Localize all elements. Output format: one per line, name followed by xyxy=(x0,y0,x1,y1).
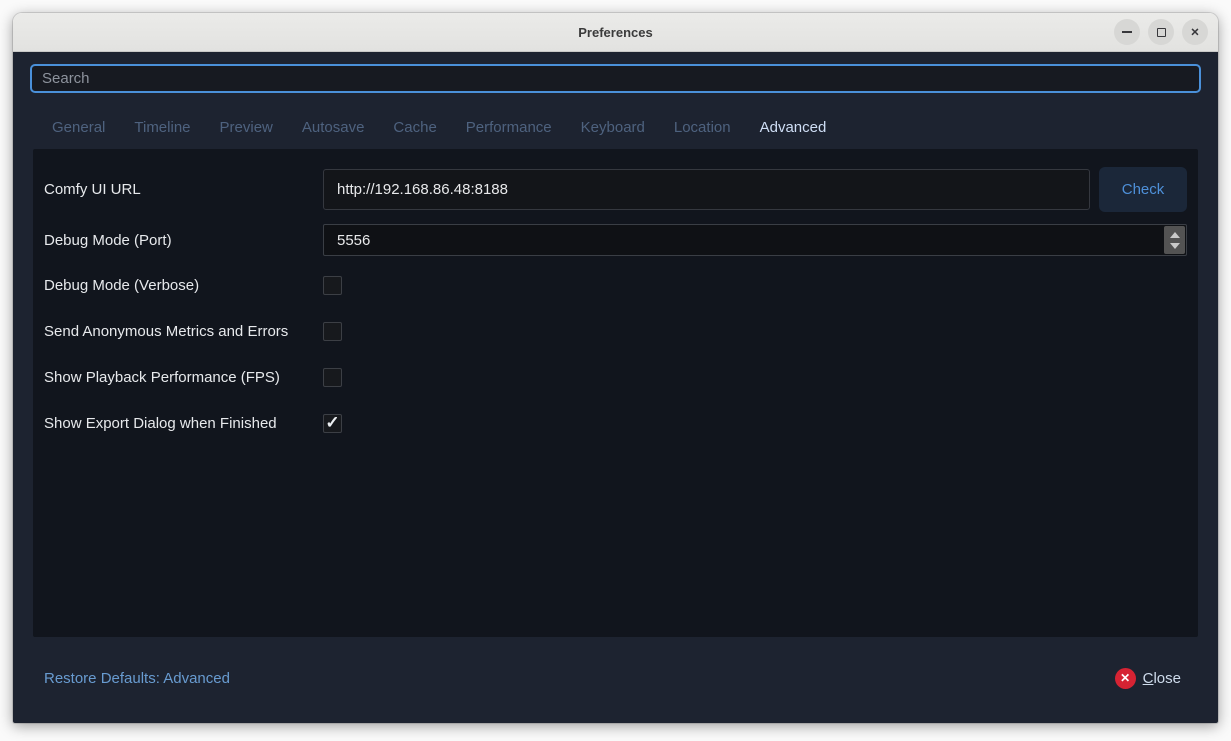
tab-bar: General Timeline Preview Autosave Cache … xyxy=(30,119,1201,136)
anonymous-metrics-checkbox[interactable] xyxy=(323,322,342,341)
tab-keyboard[interactable]: Keyboard xyxy=(581,119,645,136)
anonymous-metrics-row: Send Anonymous Metrics and Errors xyxy=(44,321,1187,341)
playback-performance-label: Show Playback Performance (FPS) xyxy=(44,369,323,386)
tab-location[interactable]: Location xyxy=(674,119,731,136)
export-dialog-checkbox[interactable]: ✓ xyxy=(323,414,342,433)
tab-advanced[interactable]: Advanced xyxy=(760,119,827,136)
preferences-window: Preferences × General Timeline Preview A… xyxy=(13,13,1218,723)
debug-mode-port-input[interactable] xyxy=(324,225,1163,255)
maximize-button[interactable] xyxy=(1148,19,1174,45)
spinner-buttons[interactable] xyxy=(1164,226,1185,254)
export-dialog-label: Show Export Dialog when Finished xyxy=(44,415,323,432)
export-dialog-row: Show Export Dialog when Finished ✓ xyxy=(44,413,1187,433)
window-title: Preferences xyxy=(13,25,1218,40)
titlebar[interactable]: Preferences × xyxy=(13,13,1218,52)
close-icon: × xyxy=(1191,25,1199,39)
spinner-up-icon[interactable] xyxy=(1170,232,1180,238)
comfy-ui-url-input[interactable] xyxy=(323,169,1090,210)
close-button-label: Close xyxy=(1143,670,1181,687)
close-window-button[interactable]: × xyxy=(1182,19,1208,45)
search-input[interactable] xyxy=(30,64,1201,93)
tab-general[interactable]: General xyxy=(52,119,105,136)
comfy-ui-url-label: Comfy UI URL xyxy=(44,181,323,198)
check-button[interactable]: Check xyxy=(1099,167,1187,212)
tab-cache[interactable]: Cache xyxy=(393,119,436,136)
tab-performance[interactable]: Performance xyxy=(466,119,552,136)
restore-defaults-link[interactable]: Restore Defaults: Advanced xyxy=(44,670,230,687)
debug-mode-verbose-label: Debug Mode (Verbose) xyxy=(44,277,323,294)
checkmark-icon: ✓ xyxy=(325,414,339,431)
debug-mode-port-label: Debug Mode (Port) xyxy=(44,232,323,249)
playback-performance-checkbox[interactable] xyxy=(323,368,342,387)
debug-mode-port-row: Debug Mode (Port) xyxy=(44,224,1187,256)
close-dialog-button[interactable]: ✕ Close xyxy=(1109,664,1187,693)
preferences-content: General Timeline Preview Autosave Cache … xyxy=(13,52,1218,723)
comfy-ui-url-row: Comfy UI URL Check xyxy=(44,167,1187,212)
spinner-down-icon[interactable] xyxy=(1170,243,1180,249)
minimize-icon xyxy=(1122,31,1132,33)
advanced-settings-panel: Comfy UI URL Check Debug Mode (Port) D xyxy=(33,149,1198,637)
tab-autosave[interactable]: Autosave xyxy=(302,119,365,136)
debug-mode-verbose-checkbox[interactable] xyxy=(323,276,342,295)
anonymous-metrics-label: Send Anonymous Metrics and Errors xyxy=(44,323,323,340)
debug-mode-verbose-row: Debug Mode (Verbose) xyxy=(44,275,1187,295)
playback-performance-row: Show Playback Performance (FPS) xyxy=(44,367,1187,387)
dialog-footer: Restore Defaults: Advanced ✕ Close xyxy=(30,637,1201,723)
tab-preview[interactable]: Preview xyxy=(220,119,273,136)
tab-timeline[interactable]: Timeline xyxy=(134,119,190,136)
debug-mode-port-spinbox xyxy=(323,224,1187,256)
minimize-button[interactable] xyxy=(1114,19,1140,45)
maximize-icon xyxy=(1157,28,1166,37)
close-badge-icon: ✕ xyxy=(1115,668,1136,689)
window-controls: × xyxy=(1114,19,1208,45)
